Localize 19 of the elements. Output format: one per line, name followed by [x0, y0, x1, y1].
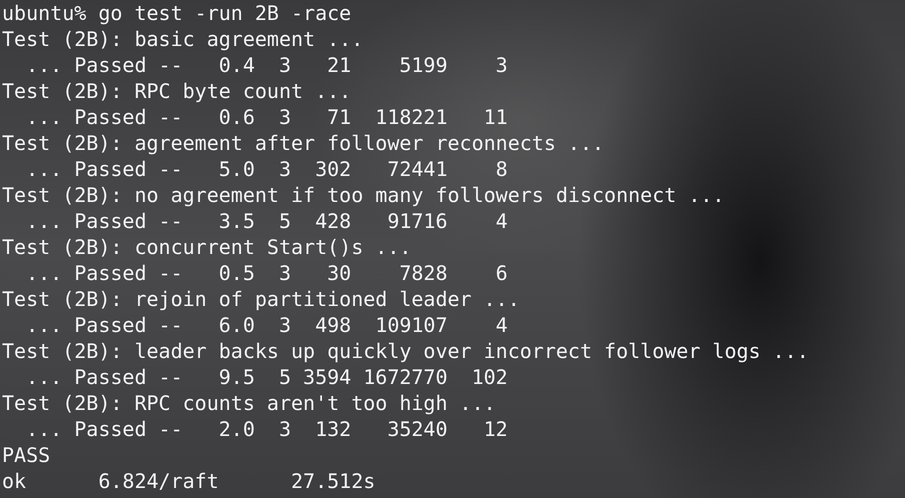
test-title: Test (2B): agreement after follower reconnects ...: [2, 130, 604, 156]
test-result: ... Passed -- 0.6 3 71 118221 11: [25, 104, 508, 130]
test-result: ... Passed -- 5.0 3 302 72441 8: [25, 156, 508, 182]
test-title: Test (2B): RPC counts aren't too high ...: [2, 390, 496, 416]
test-title: Test (2B): no agreement if too many followers disconnect ...: [2, 182, 724, 208]
test-result: ... Passed -- 9.5 5 3594 1672770 102: [25, 364, 508, 390]
test-result: ... Passed -- 3.5 5 428 91716 4: [25, 208, 508, 234]
test-result: ... Passed -- 6.0 3 498 109107 4: [25, 312, 508, 338]
test-title: Test (2B): leader backs up quickly over incorrect follower logs ...: [2, 338, 809, 364]
test-title: Test (2B): RPC byte count ...: [2, 78, 352, 104]
summary-line: PASS: [2, 442, 50, 468]
test-title: Test (2B): concurrent Start()s ...: [2, 234, 412, 260]
test-result: ... Passed -- 0.4 3 21 5199 3: [25, 52, 508, 78]
command-line: ubuntu% go test -run 2B -race: [2, 0, 352, 26]
test-title: Test (2B): rejoin of partitioned leader ...: [2, 286, 520, 312]
test-result: ... Passed -- 2.0 3 132 35240 12: [25, 416, 508, 442]
summary-line: ok 6.824/raft 27.512s: [2, 468, 376, 494]
test-title: Test (2B): basic agreement ...: [2, 26, 364, 52]
test-result: ... Passed -- 0.5 3 30 7828 6: [25, 260, 508, 286]
